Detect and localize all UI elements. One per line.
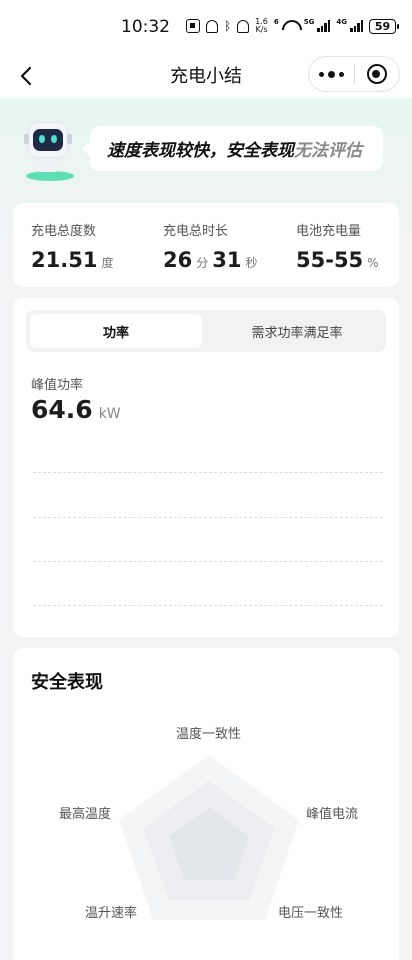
status-bar: 10:32 ᛒ 1.6 K/s 6 5G 4G 59	[0, 0, 412, 56]
robot-mascot-icon	[24, 121, 74, 181]
stat-minutes: 26	[163, 248, 193, 272]
radar-axis-label: 电压一致性	[278, 906, 344, 921]
net-speed: 1.6 K/s	[255, 18, 268, 34]
wifi-label: 6	[273, 18, 279, 26]
peak-power-unit: kW	[98, 406, 121, 422]
net-speed-unit: K/s	[255, 25, 268, 34]
radar-axis-label: 峰值电流	[306, 807, 359, 822]
chart-gridline	[33, 472, 383, 473]
more-dot-right	[339, 71, 344, 77]
stat-value-row: 21.51 度	[31, 248, 117, 272]
stat-label: 充电总度数	[31, 224, 97, 239]
status-time: 10:32	[121, 17, 170, 37]
more-dot-center	[328, 70, 335, 78]
tab-power[interactable]: 功率	[30, 314, 202, 348]
safety-card: 安全表现 温度一致性 峰值电流 电压一致性 温升速率 最高温度	[13, 648, 399, 960]
summary-text: 速度表现较快，安全表现	[107, 141, 294, 161]
chart-gridline	[33, 517, 383, 518]
stat-unit: %	[367, 256, 379, 270]
stat-value: 55-55	[296, 248, 364, 272]
nav-bar: 充电小结	[0, 56, 412, 96]
stat-seconds-unit: 秒	[245, 256, 258, 270]
status-icons: ᛒ 1.6 K/s 6 5G 4G 59	[185, 18, 399, 34]
stat-value-row: 26 分 31 秒	[163, 248, 262, 272]
summary-bubble: 速度表现较快，安全表现 无法评估	[82, 126, 383, 171]
power-tabs: 功率 需求功率满足率	[26, 310, 386, 352]
peak-power-value: 64.6	[31, 395, 93, 424]
signal-4g-icon	[350, 20, 363, 32]
summary-muted-text: 无法评估	[294, 141, 362, 161]
alarm-icon	[205, 19, 218, 33]
stat-unit: 度	[101, 256, 114, 270]
mini-program-capsule	[308, 56, 400, 92]
battery-level: 59	[374, 19, 391, 33]
stat-label: 充电总时长	[163, 224, 229, 239]
chart-gridline	[33, 561, 383, 562]
close-button[interactable]	[355, 57, 399, 91]
stat-battery-charge: 电池充电量 55-55%	[296, 220, 383, 272]
radar-axis-label: 温度一致性	[176, 727, 242, 742]
stat-total-duration: 充电总时长 26 分 31 秒	[163, 220, 262, 272]
battery-icon: 59	[369, 18, 399, 34]
stat-label: 电池充电量	[296, 224, 362, 239]
nfc-icon	[185, 19, 200, 33]
tab-demand-satisfaction[interactable]: 需求功率满足率	[212, 314, 382, 348]
wifi-icon	[282, 20, 298, 32]
chart-gridline	[33, 605, 383, 606]
stat-minutes-unit: 分	[196, 256, 209, 270]
more-dots-icon	[319, 71, 324, 77]
stat-value-row: 55-55%	[296, 248, 383, 272]
target-ring-icon	[366, 64, 387, 84]
stat-seconds: 31	[212, 248, 242, 272]
signal-5g-icon	[317, 20, 331, 32]
network-5g-label: 5G	[303, 18, 315, 26]
stat-total-energy: 充电总度数 21.51 度	[31, 220, 117, 272]
peak-power-label: 峰值功率	[31, 378, 84, 393]
mute-bell-icon	[237, 19, 250, 33]
charging-stats-card: 充电总度数 21.51 度 充电总时长 26 分 31 秒 电池充电量 55-55%	[13, 203, 399, 287]
bluetooth-icon: ᛒ	[223, 19, 232, 33]
radar-axis-label: 最高温度	[59, 807, 112, 822]
more-button[interactable]	[309, 57, 354, 91]
radar-axis-label: 温升速率	[85, 906, 138, 921]
peak-power-value-row: 64.6 kW	[31, 395, 125, 424]
network-4g-label: 4G	[336, 18, 347, 26]
power-card: 功率 需求功率满足率 峰值功率 64.6 kW	[13, 298, 399, 637]
stat-value: 21.51	[31, 248, 98, 272]
